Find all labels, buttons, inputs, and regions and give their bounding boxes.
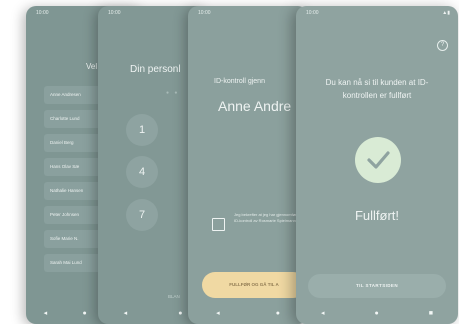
- skip-link[interactable]: BLAN: [168, 294, 180, 299]
- screen-title: Vel: [86, 62, 98, 71]
- status-time: 10:00: [198, 10, 211, 16]
- android-nav-bar: ◂ ● ■: [296, 302, 458, 324]
- screen-title: Din personl: [130, 64, 181, 75]
- back-icon[interactable]: ◂: [321, 309, 325, 317]
- phone-screen-completed: 10:00 ▲▮ ? Du kan nå si til kunden at ID…: [296, 6, 458, 324]
- android-nav-bar: ◂ ●: [188, 302, 308, 324]
- keypad-key[interactable]: 1: [126, 114, 158, 146]
- recents-icon[interactable]: ■: [429, 310, 433, 317]
- confirm-checkbox[interactable]: [212, 218, 225, 231]
- help-icon[interactable]: ?: [437, 40, 448, 51]
- status-time: 10:00: [306, 10, 319, 16]
- home-icon[interactable]: ●: [178, 310, 182, 317]
- customer-name: Anne Andre: [218, 98, 292, 114]
- phone-screen-id-check: 10:00 ID-kontroll gjenn Anne Andre Jeg b…: [188, 6, 308, 324]
- status-time: 10:00: [36, 10, 49, 16]
- success-check-icon: [355, 137, 401, 183]
- go-to-start-button[interactable]: TIL STARTSIDEN: [308, 274, 446, 298]
- complete-button[interactable]: FULLFØR OG GÅ TIL A: [202, 272, 306, 298]
- signal-battery-icon: ▲▮: [442, 10, 450, 16]
- keypad-key[interactable]: 4: [126, 156, 158, 188]
- status-time: 10:00: [108, 10, 121, 16]
- completion-message: Du kan nå si til kunden at ID-kontrollen…: [325, 78, 429, 100]
- home-icon[interactable]: ●: [83, 310, 87, 317]
- screen-subtitle: ID-kontroll gjenn: [214, 78, 265, 85]
- keypad-key[interactable]: 7: [126, 199, 158, 231]
- consent-text: Jeg bekrefter at jeg har gjennomført ID-…: [234, 212, 298, 223]
- back-icon[interactable]: ◂: [216, 309, 220, 317]
- pin-dots: ● ●: [166, 90, 180, 96]
- home-icon[interactable]: ●: [276, 310, 280, 317]
- back-icon[interactable]: ◂: [124, 309, 128, 317]
- completed-heading: Fullført!: [354, 208, 400, 223]
- back-icon[interactable]: ◂: [44, 309, 48, 317]
- home-icon[interactable]: ●: [375, 310, 379, 317]
